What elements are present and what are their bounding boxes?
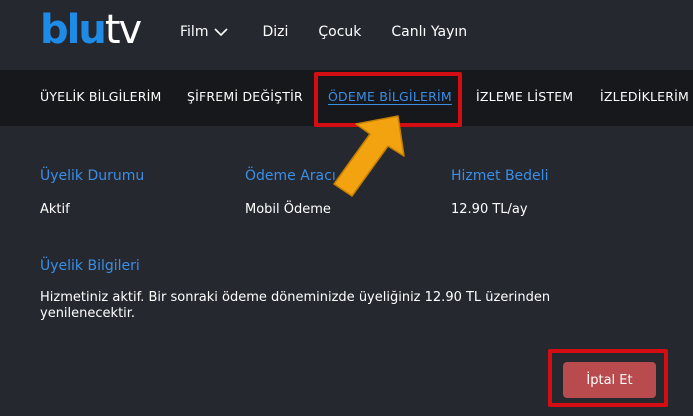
nav-cocuk[interactable]: Çocuk xyxy=(318,24,361,40)
chevron-down-icon xyxy=(214,28,229,37)
service-fee-value: 12.90 TL/ay xyxy=(451,202,528,217)
membership-status-value: Aktif xyxy=(40,202,70,217)
service-fee-label: Hizmet Bedeli xyxy=(451,168,549,184)
membership-info-label: Üyelik Bilgileri xyxy=(40,258,140,274)
tab-izlediklerim[interactable]: İZLEDİKLERİM xyxy=(600,89,689,104)
tab-uyelik-bilgilerim[interactable]: ÜYELİK BİLGİLERİM xyxy=(40,89,162,104)
nav-canli-yayin[interactable]: Canlı Yayın xyxy=(391,24,467,40)
payment-method-label: Ödeme Aracı xyxy=(245,168,336,184)
top-header: blutv Film Dizi Çocuk Canlı Yayın xyxy=(0,0,693,66)
main-nav: Film Dizi Çocuk Canlı Yayın xyxy=(180,24,467,40)
pointer-arrow-icon xyxy=(333,115,405,197)
tab-sifremi-degistir[interactable]: ŞİFREMİ DEĞİŞTİR xyxy=(187,89,303,104)
nav-dizi[interactable]: Dizi xyxy=(262,24,288,40)
blutv-logo[interactable]: blutv xyxy=(40,10,142,50)
membership-status-label: Üyelik Durumu xyxy=(40,168,145,184)
cancel-subscription-button[interactable]: İptal Et xyxy=(563,362,656,398)
payment-method-value: Mobil Ödeme xyxy=(245,202,331,217)
nav-film[interactable]: Film xyxy=(180,24,229,40)
tab-izleme-listem[interactable]: İZLEME LİSTEM xyxy=(476,89,573,104)
membership-info-text: Hizmetiniz aktif. Bir sonraki ödeme döne… xyxy=(40,290,551,321)
